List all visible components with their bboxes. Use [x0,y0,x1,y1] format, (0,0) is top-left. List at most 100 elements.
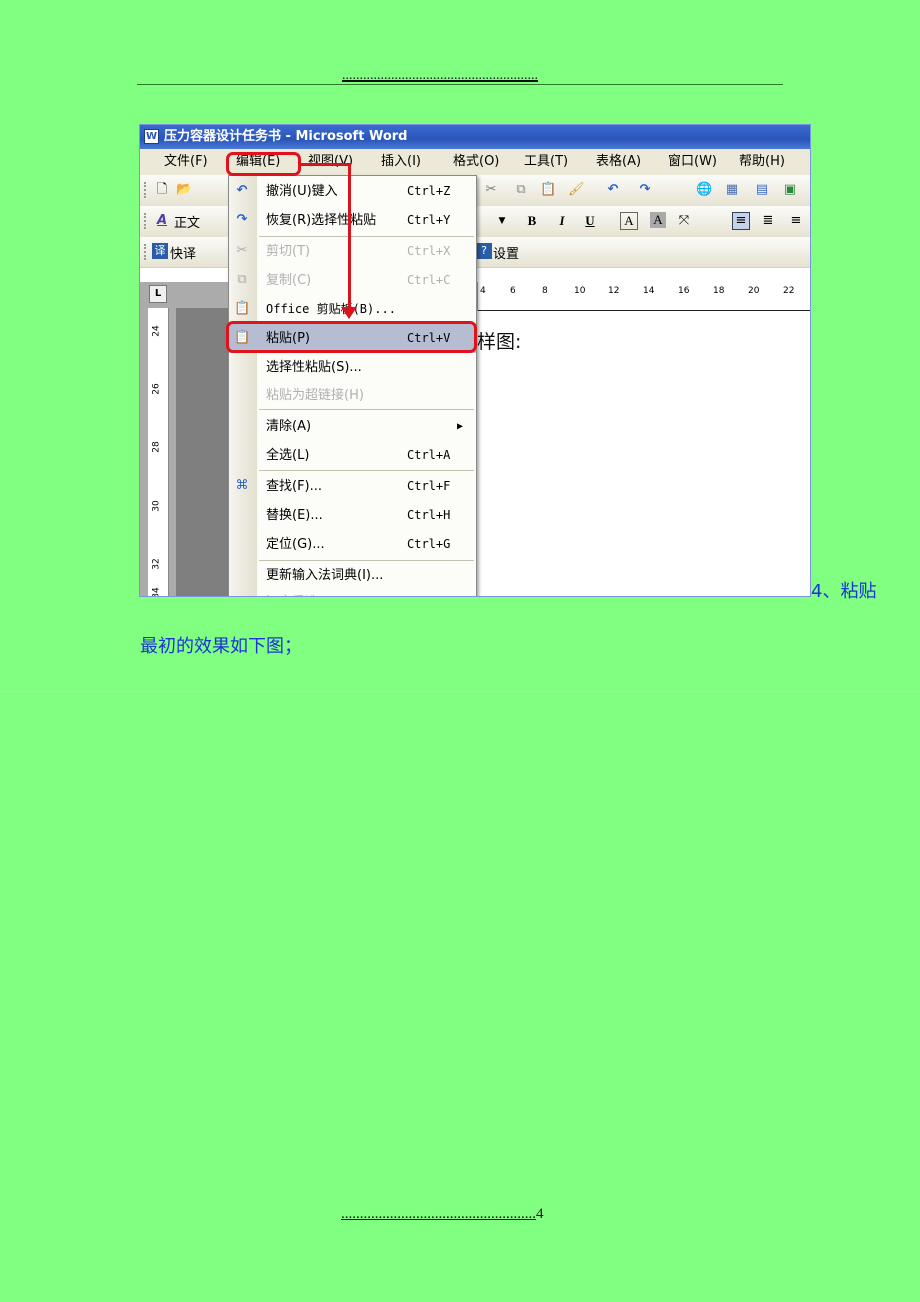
font-size-dropdown-arrow-icon[interactable]: ▼ [494,213,510,229]
justify-icon[interactable]: ≡ [732,212,750,230]
word-app-icon: W [144,129,159,144]
vruler-tick: 34 [151,587,162,597]
styles-icon[interactable]: A [154,213,170,229]
menu-item-clear[interactable]: 清除(A) ▶ [229,412,476,441]
menu-item-redo[interactable]: ↷ 恢复(R)选择性粘贴 Ctrl+Y [229,206,476,235]
hruler-tick: 16 [678,286,690,296]
hruler-tick: 22 [783,286,795,296]
hruler-tick: 4 [480,286,486,296]
horizontal-ruler: 4 6 8 10 12 14 16 18 20 22 [478,282,810,311]
menu-item-cut[interactable]: ✂ 剪切(T) Ctrl+X [229,237,476,266]
menu-window[interactable]: 窗口(W) [668,149,717,175]
hruler-tick: 14 [643,286,655,296]
toolbar-grip[interactable] [144,213,148,229]
vruler-tick: 24 [151,325,162,337]
header-dots: ........................................… [342,68,538,83]
menu-item-reconvert[interactable]: 汉字重选(V) [229,588,476,596]
annotation-arrow-head-icon [341,307,357,319]
hruler-tick: 18 [713,286,725,296]
menu-item-undo[interactable]: ↶ 撤消(U)键入 Ctrl+Z [229,177,476,206]
page-number: 4 [536,1206,544,1222]
menu-separator [259,409,474,410]
quick-translate-button[interactable]: 快译 [170,243,196,262]
hruler-tick: 6 [510,286,516,296]
menu-separator [259,470,474,471]
char-shading-icon[interactable]: A [650,212,666,228]
menu-format[interactable]: 格式(O) [453,149,499,175]
menu-item-paste-as-hyperlink[interactable]: 粘贴为超链接(H) [229,381,476,410]
format-painter-icon[interactable]: 🖌 [568,182,585,198]
footer: ........................................… [341,1206,544,1223]
header-rule [137,84,783,85]
char-scale-icon[interactable]: ⤧ [676,213,692,229]
menu-file[interactable]: 文件(F) [164,149,208,175]
document-page[interactable] [474,311,810,596]
window-title: 压力容器设计任务书 - Microsoft Word [164,129,408,144]
hruler-tick: 12 [608,286,620,296]
redo-icon: ↷ [236,212,248,227]
tab-selector-icon[interactable]: L [149,285,167,303]
copy-icon[interactable]: ⧉ [513,182,529,198]
caption-text: 最初的效果如下图； [140,636,302,657]
tables-borders-icon[interactable]: ▦ [724,182,740,198]
toolbar-grip[interactable] [144,182,148,198]
menu-item-update-ime-dictionary[interactable]: 更新输入法词典(I)... [229,561,476,590]
vruler-tick: 30 [151,500,162,512]
menu-item-paste-special[interactable]: 选择性粘贴(S)... [229,353,476,382]
binoculars-icon: ⌘ [235,478,249,493]
style-dropdown[interactable]: 正文 [174,212,200,231]
open-folder-icon[interactable]: 📂 [176,182,192,198]
paste-highlight-box [226,321,477,353]
settings-icon[interactable]: ? [476,243,492,259]
vertical-ruler: 24 26 28 30 32 34 [148,308,169,597]
undo-icon: ↶ [236,183,248,198]
menu-item-replace[interactable]: 替换(E)... Ctrl+H [229,501,476,530]
align-center-icon[interactable]: ≣ [760,213,776,229]
vruler-tick: 32 [151,558,162,570]
char-border-icon[interactable]: A [620,212,638,230]
underline-icon[interactable]: U [582,213,598,229]
annotation-arrow-horizontal [300,163,350,166]
hyperlink-icon[interactable]: 🌐 [696,182,712,198]
new-document-icon[interactable]: 🗋 [154,182,170,198]
submenu-arrow-icon: ▶ [457,421,464,432]
menu-item-find[interactable]: ⌘ 查找(F)... Ctrl+F [229,472,476,501]
menu-view[interactable]: 视图(V) [308,149,353,175]
copy-icon: ⧉ [237,272,247,287]
redo-icon[interactable]: ↷ [637,182,653,198]
edit-menu-highlight-box [226,152,301,176]
footer-dots: ........................................… [341,1206,536,1222]
title-bar: W 压力容器设计任务书 - Microsoft Word [140,125,810,149]
section-divider [0,691,920,692]
menu-help[interactable]: 帮助(H) [739,149,785,175]
annotation-arrow-vertical [348,163,351,313]
menu-insert[interactable]: 插入(I) [381,149,421,175]
step-label: 4、粘贴 [811,581,877,602]
scissors-icon: ✂ [236,243,248,258]
page-margin-gray [176,308,230,596]
word-screenshot: W 压力容器设计任务书 - Microsoft Word 文件(F) 编辑(E)… [139,124,811,597]
hruler-tick: 20 [748,286,760,296]
menu-item-select-all[interactable]: 全选(L) Ctrl+A [229,441,476,470]
edit-menu-dropdown: ↶ 撤消(U)键入 Ctrl+Z ↷ 恢复(R)选择性粘贴 Ctrl+Y ✂ 剪… [228,175,477,596]
undo-icon[interactable]: ↶ [605,182,621,198]
insert-table-icon[interactable]: ▤ [754,182,770,198]
hruler-tick: 8 [542,286,548,296]
clipboard-icon: 📋 [234,301,251,316]
settings-button[interactable]: 设置 [493,243,519,262]
hruler-tick: 10 [574,286,586,296]
menu-item-copy[interactable]: ⧉ 复制(C) Ctrl+C [229,266,476,295]
italic-icon[interactable]: I [554,213,570,229]
bold-icon[interactable]: B [524,213,540,229]
cut-icon[interactable]: ✂ [483,182,499,198]
toolbar-grip[interactable] [144,244,148,260]
align-right-icon[interactable]: ≡ [788,213,804,229]
translate-icon[interactable]: 译 [152,243,168,259]
vruler-tick: 26 [151,383,162,395]
menu-tools[interactable]: 工具(T) [524,149,568,175]
insert-excel-icon[interactable]: ▣ [782,182,798,198]
menu-item-goto[interactable]: 定位(G)... Ctrl+G [229,530,476,559]
vruler-tick: 28 [151,441,162,453]
paste-icon[interactable]: 📋 [540,182,556,198]
menu-table[interactable]: 表格(A) [596,149,641,175]
